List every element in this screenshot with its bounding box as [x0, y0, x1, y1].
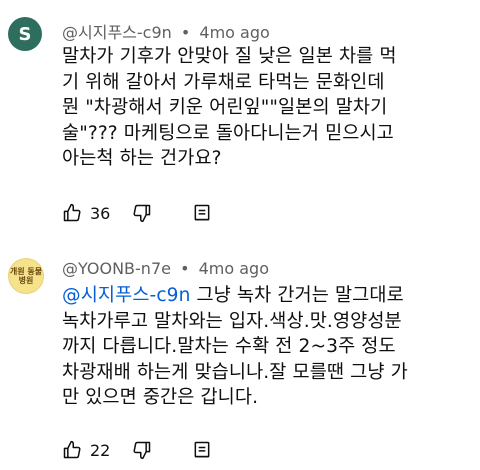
thumb-down-icon: [132, 203, 152, 223]
author-name[interactable]: @YOONB-n7e: [62, 259, 171, 278]
comment-line: @시지푸스-c9n 그냥 녹차 간거는 말그대로: [62, 283, 466, 309]
avatar[interactable]: S: [8, 17, 42, 51]
thumb-up-icon: [62, 203, 82, 223]
thumb-up-icon: [62, 440, 82, 460]
comment-line: 말차가 기후가 안맞아 질 낮은 일본 차를 먹: [62, 46, 397, 67]
dislike-button[interactable]: [132, 203, 152, 223]
comment-actions: 22: [62, 438, 212, 462]
mention-link[interactable]: @시지푸스-c9n: [62, 285, 190, 306]
like-button[interactable]: 36: [62, 203, 110, 223]
like-count: 36: [90, 203, 111, 223]
comment-line: 차광재배 하는게 맞습니나.잘 모를땐 그냥 가: [62, 361, 408, 383]
avatar-logo-text: 개원 동물 병원: [9, 267, 43, 285]
comment-meta: @YOONB-n7e • 4mo ago: [62, 259, 269, 278]
comment-actions: 36: [62, 201, 212, 225]
comment-line: 술"??? 마케팅으로 돌아다니는거 믿으시고: [62, 122, 394, 144]
dislike-button[interactable]: [132, 440, 152, 460]
comment-line: 기 위해 갈아서 가루채로 타먹는 문화인데: [62, 71, 385, 93]
thumb-down-icon: [132, 440, 152, 460]
comment-line-rest: 그냥 녹차 간거는 말그대로: [190, 285, 404, 306]
comment-line: 까지 다릅니다.말차는 수확 전 2~3주 정도: [62, 336, 396, 357]
reply-button[interactable]: [192, 203, 212, 223]
comment-text: @시지푸스-c9n 그냥 녹차 간거는 말그대로 녹차가루고 말차와는 입자.색…: [62, 283, 466, 411]
meta-separator: •: [180, 23, 191, 42]
avatar-letter: S: [18, 23, 32, 45]
avatar[interactable]: 개원 동물 병원: [8, 258, 44, 294]
reply-icon: [192, 440, 212, 460]
comment-line: 만 있으면 중간은 갑니다.: [62, 387, 259, 408]
comment-time[interactable]: 4mo ago: [199, 23, 269, 42]
comment-text: 말차가 기후가 안맞아 질 낮은 일본 차를 먹 기 위해 갈아서 가루채로 타…: [62, 44, 466, 172]
comment-time[interactable]: 4mo ago: [199, 259, 269, 278]
author-name[interactable]: @시지푸스-c9n: [62, 23, 172, 42]
comment-line: 아는척 하는 건가요?: [62, 148, 222, 169]
meta-separator: •: [180, 259, 190, 278]
like-button[interactable]: 22: [62, 440, 110, 460]
comment-line: 뭔 "차광해서 키운 어린잎""일본의 말차기: [62, 97, 388, 118]
comment-meta: @시지푸스-c9n • 4mo ago: [62, 19, 270, 43]
reply-button[interactable]: [192, 440, 212, 460]
comment-line: 녹차가루고 말차와는 입자.색상.맛.영양성분: [62, 310, 402, 332]
reply-icon: [192, 203, 212, 223]
like-count: 22: [90, 440, 111, 460]
